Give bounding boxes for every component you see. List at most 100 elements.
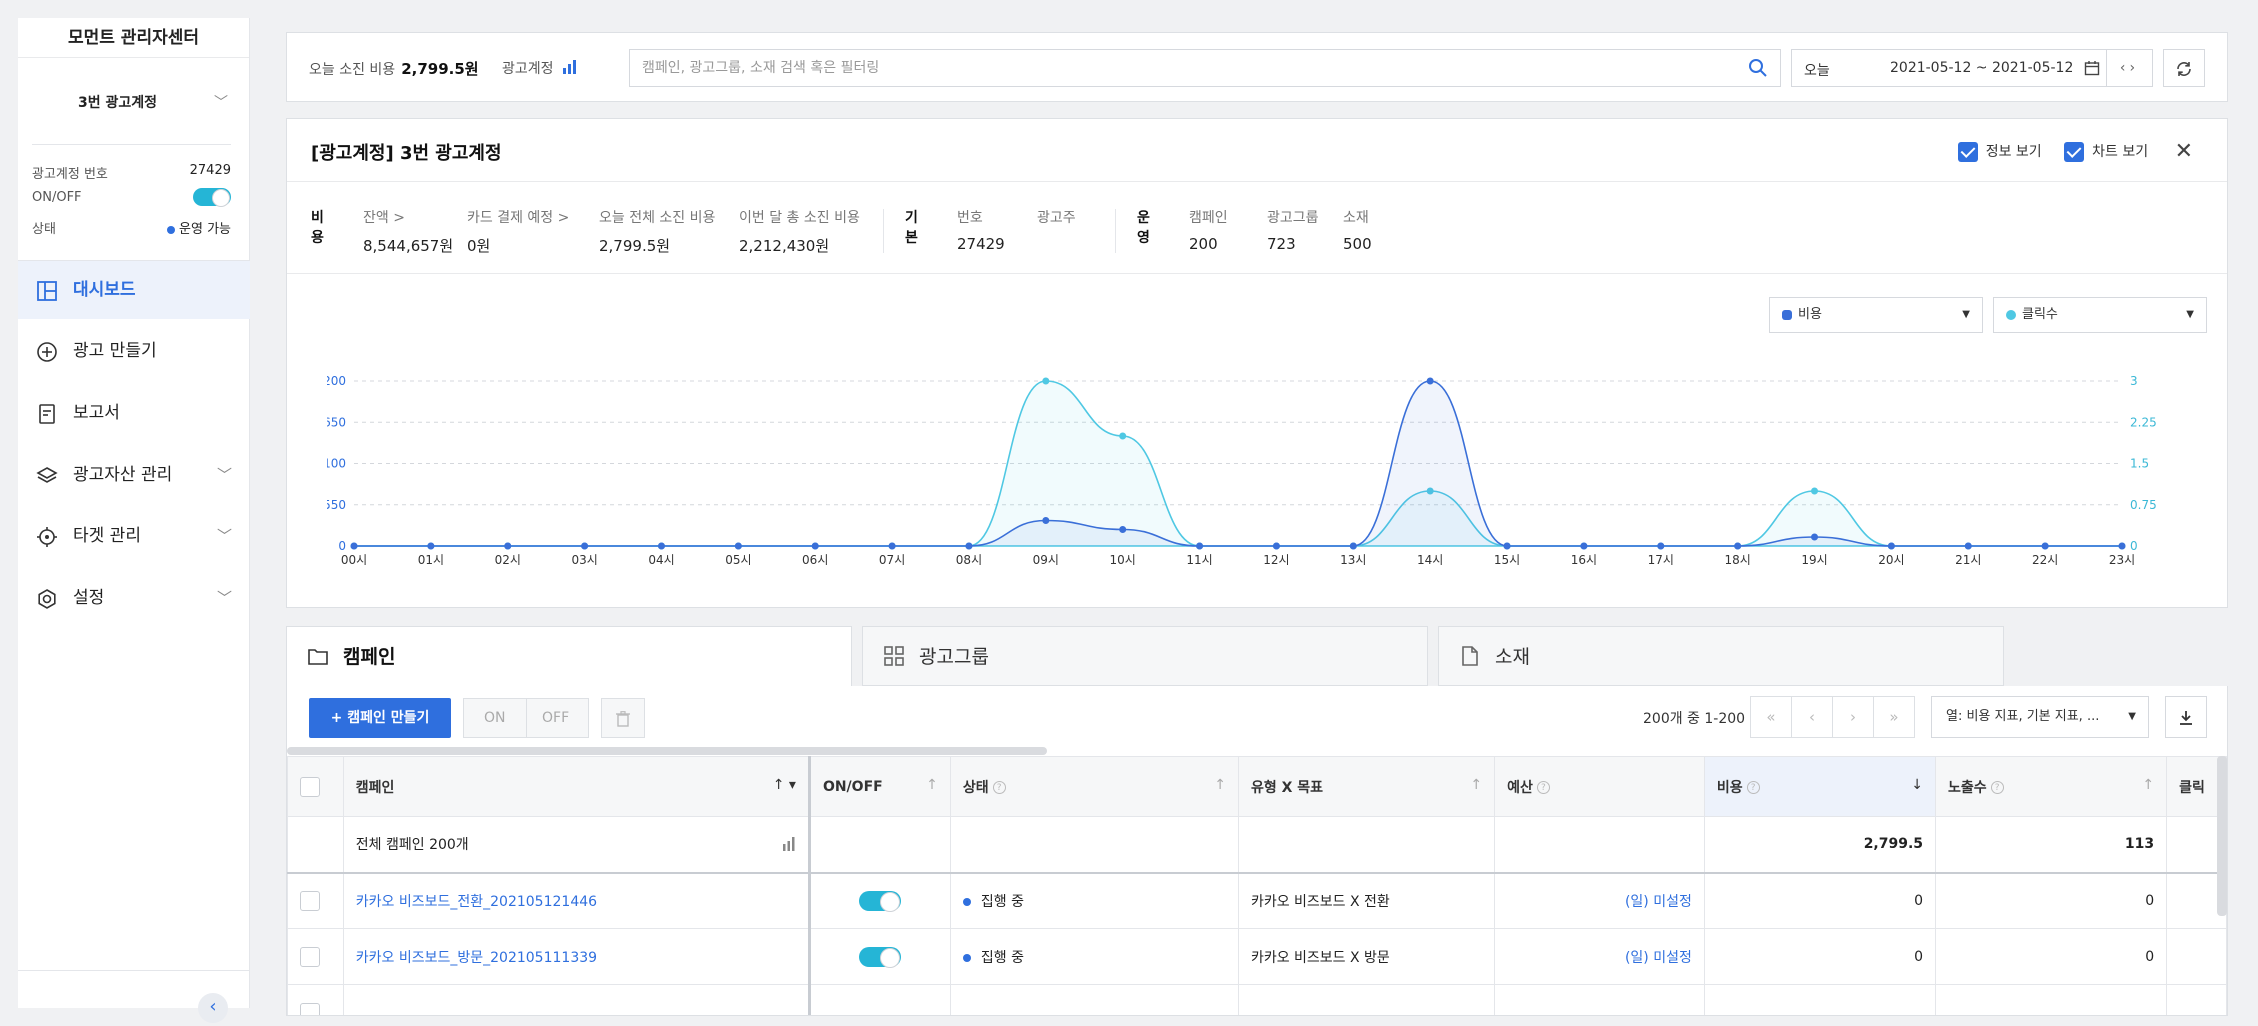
horizontal-scrollbar[interactable]: [287, 747, 1047, 755]
prev-page-button[interactable]: ‹: [1791, 696, 1833, 738]
help-icon[interactable]: ?: [992, 781, 1006, 794]
show-chart-label: 차트 보기: [2092, 143, 2149, 160]
bar-chart-icon: [562, 60, 576, 74]
column-header-type[interactable]: 유형 X 목표 ↑: [1237, 756, 1496, 817]
left-metric-select[interactable]: 비용 ▼: [1769, 297, 1983, 333]
last-page-button[interactable]: »: [1873, 696, 1915, 738]
total-row: 전체 캠페인 200개 2,799.5 113: [287, 816, 2227, 874]
sort-arrow-icon[interactable]: ↑: [2142, 777, 2154, 793]
today-spend-stat-value: 2,799.5원: [599, 237, 671, 255]
next-page-button[interactable]: ›: [1832, 696, 1874, 738]
balance-stat[interactable]: 잔액 > 8,544,657원: [363, 207, 453, 256]
campaign-name-link[interactable]: 카카오 비즈보드_방문_202105111339: [356, 950, 597, 966]
column-header-impressions[interactable]: 노출수? ↑: [1935, 756, 2168, 817]
x-tick-label: 06시: [802, 553, 828, 567]
column-header-budget[interactable]: 예산?: [1494, 756, 1705, 817]
campaign-budget[interactable]: (일) 미설정: [1625, 894, 1692, 910]
refresh-button[interactable]: [2163, 49, 2205, 87]
search-input[interactable]: [630, 50, 1730, 86]
x-tick-label: 15시: [1494, 553, 1520, 567]
bulk-off-button[interactable]: OFF: [542, 710, 569, 726]
row-checkbox[interactable]: [300, 946, 320, 967]
ops-group-label: 운영: [1137, 210, 1150, 246]
date-prev-next[interactable]: ‹›: [2107, 49, 2153, 87]
sort-filter-icon[interactable]: ↑ ▾: [773, 777, 796, 793]
create-campaign-button[interactable]: + 캠페인 만들기: [309, 698, 451, 738]
data-point: [1503, 542, 1511, 550]
search-box: [629, 49, 1781, 87]
row-checkbox[interactable]: [300, 890, 320, 911]
campaign-budget[interactable]: (일) 미설정: [1625, 950, 1692, 966]
close-icon[interactable]: ✕: [2175, 139, 2193, 164]
grid-icon: [884, 646, 904, 666]
plus-circle-icon: [37, 342, 57, 362]
refresh-icon: [2177, 61, 2191, 76]
tab-campaign[interactable]: 캠페인: [286, 626, 852, 688]
download-button[interactable]: [2165, 696, 2207, 738]
chevron-left-icon[interactable]: ‹: [2120, 60, 2130, 76]
data-point: [350, 542, 358, 550]
help-icon[interactable]: ?: [1990, 781, 2004, 794]
account-chart-link[interactable]: 광고계정: [502, 58, 578, 78]
nav-create-ad[interactable]: 광고 만들기: [18, 322, 250, 380]
advertiser-label: 광고주: [1037, 210, 1076, 226]
show-chart-checkbox[interactable]: [2064, 141, 2085, 162]
column-selector[interactable]: 열: 비용 지표, 기본 지표, ... ▼: [1931, 696, 2149, 738]
help-icon[interactable]: ?: [1746, 781, 1760, 794]
date-range: 2021-05-12 ~ 2021-05-12: [1890, 60, 2074, 76]
card-stat[interactable]: 카드 결제 예정 > 0원: [467, 207, 569, 256]
help-icon[interactable]: ?: [1536, 781, 1550, 794]
right-metric-select[interactable]: 클릭수 ▼: [1993, 297, 2207, 333]
show-info-checkbox[interactable]: [1957, 141, 1978, 162]
nav-settings[interactable]: 설정 ﹀: [18, 569, 250, 627]
date-picker[interactable]: 오늘 2021-05-12 ~ 2021-05-12: [1791, 49, 2107, 87]
chevron-right-icon[interactable]: ›: [2130, 60, 2140, 76]
adgroup-stat: 광고그룹 723: [1267, 207, 1319, 253]
number-value: 27429: [957, 235, 1005, 253]
campaign-onoff-toggle[interactable]: [859, 890, 902, 912]
folder-icon: [308, 649, 328, 665]
bar-chart-icon[interactable]: [782, 837, 796, 852]
first-page-button[interactable]: «: [1750, 696, 1792, 738]
nav-target-management[interactable]: 타겟 관리 ﹀: [18, 507, 250, 565]
data-point: [657, 542, 665, 550]
nav-label: 설정: [73, 588, 105, 608]
sort-arrow-icon[interactable]: ↑: [1214, 777, 1226, 793]
x-tick-label: 11시: [1186, 553, 1212, 567]
chevron-down-icon: ﹀: [216, 589, 232, 607]
data-point: [888, 542, 896, 550]
card-label: 카드 결제 예정 >: [467, 210, 570, 226]
select-all-checkbox[interactable]: [300, 776, 320, 797]
table-row: 카카오 비즈보드_전환_202105121446 집행 중 카카오 비즈보드 X…: [287, 872, 2227, 929]
collapse-sidebar-button[interactable]: ‹: [198, 993, 228, 1023]
row-checkbox[interactable]: [300, 1002, 320, 1015]
account-label: 광고계정: [502, 61, 554, 77]
sort-arrow-icon[interactable]: ↓: [1911, 777, 1923, 793]
vertical-scrollbar[interactable]: [2217, 756, 2227, 916]
campaign-name-link[interactable]: 카카오 비즈보드_전환_202105121446: [356, 894, 597, 910]
account-onoff-toggle[interactable]: [193, 188, 231, 207]
sort-arrow-icon[interactable]: ↑: [926, 777, 938, 793]
data-point: [1964, 542, 1972, 550]
column-header-onoff[interactable]: ON/OFF ↑: [808, 756, 951, 817]
bulk-on-button[interactable]: ON: [484, 710, 506, 726]
total-label-cell: 전체 캠페인 200개: [342, 816, 811, 874]
header-label: 비용: [1716, 779, 1743, 796]
column-header-campaign[interactable]: 캠페인 ↑ ▾: [342, 756, 811, 817]
search-icon[interactable]: [1748, 58, 1768, 78]
tab-creative[interactable]: 소재: [1438, 626, 2004, 686]
campaign-onoff-toggle[interactable]: [859, 946, 902, 968]
bulk-onoff-buttons: ON OFF: [463, 698, 589, 738]
column-header-cost[interactable]: 비용? ↓: [1703, 756, 1937, 817]
sort-arrow-icon[interactable]: ↑: [1470, 777, 1482, 793]
tab-adgroup[interactable]: 광고그룹: [862, 626, 1428, 686]
delete-button[interactable]: [601, 698, 645, 738]
account-selector[interactable]: 3번 광고계정 ﹀: [78, 92, 228, 112]
data-point: [1734, 542, 1742, 550]
top-bar: 오늘 소진 비용 2,799.5원 광고계정 오늘 2021-05-12 ~ 20…: [286, 32, 2228, 102]
column-header-status[interactable]: 상태? ↑: [949, 756, 1239, 817]
nav-report[interactable]: 보고서: [18, 384, 250, 442]
dropdown-arrow-icon: ▼: [1962, 309, 1970, 320]
nav-dashboard[interactable]: 대시보드: [18, 261, 250, 319]
nav-asset-management[interactable]: 광고자산 관리 ﹀: [18, 446, 250, 504]
